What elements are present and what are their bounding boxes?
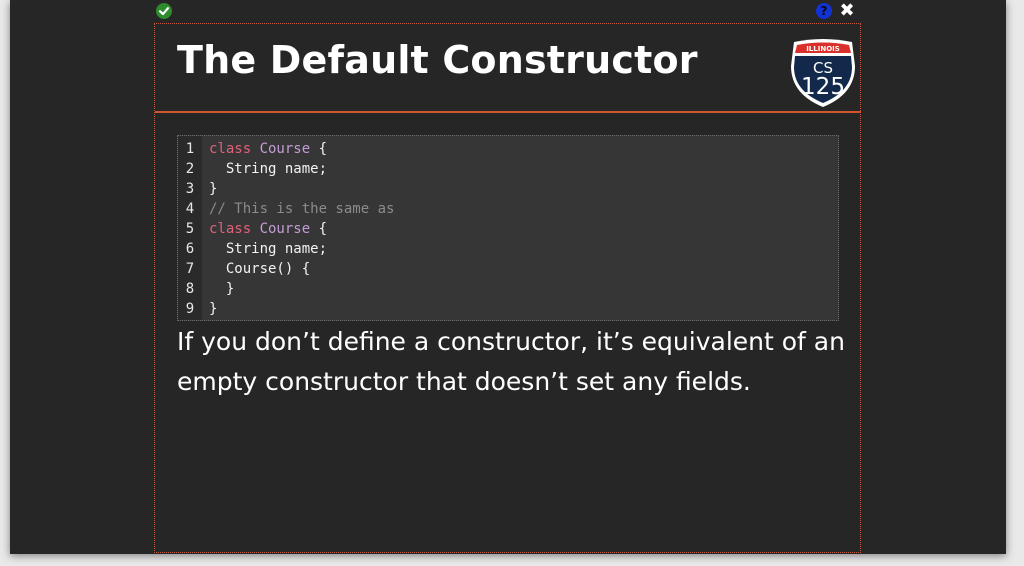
line-code: } (202, 281, 234, 297)
slide-description: If you don’t define a constructor, it’s … (177, 327, 845, 396)
slide-content: The Default Constructor ILLINOIS CS 125 … (154, 23, 861, 553)
code-token: class (209, 221, 260, 237)
line-code: } (202, 181, 217, 197)
line-code: String name; (202, 161, 327, 177)
code-token: Course (259, 141, 311, 157)
line-number: 4 (185, 201, 195, 217)
line-code: class Course { (202, 141, 327, 157)
line-number: 2 (185, 161, 195, 177)
code-token: String name; (209, 241, 328, 257)
code-token: String name; (209, 161, 328, 177)
code-token: class (209, 141, 260, 157)
code-token: Course() { (209, 261, 311, 277)
code-token: } (209, 301, 218, 317)
line-number: 8 (185, 281, 195, 297)
line-code: } (202, 301, 217, 317)
code-token: { (310, 221, 328, 237)
code-line: 3} (178, 179, 218, 199)
code-token: } (209, 181, 218, 197)
code-line: 6 String name; (178, 239, 327, 259)
code-token: Course (259, 221, 311, 237)
line-code: String name; (202, 241, 327, 257)
line-number: 9 (185, 301, 195, 317)
logo-top-text: ILLINOIS (806, 45, 840, 53)
cs125-logo: ILLINOIS CS 125 (791, 39, 855, 107)
line-number: 7 (185, 261, 195, 277)
code-block: 1 class Course {2 String name; 3} 4// This … (177, 135, 839, 321)
line-code: // This is the same as (202, 201, 394, 217)
code-token: { (310, 141, 328, 157)
code-line: 4 // This is the same as (178, 199, 395, 219)
line-number: 1 (185, 141, 195, 157)
code-line: 2 String name; (178, 159, 327, 179)
code-line: 1 class Course { (178, 139, 327, 159)
code-line: 9} (178, 299, 218, 319)
line-code: class Course { (202, 221, 327, 237)
title-divider (155, 111, 861, 113)
help-icon[interactable]: ? (816, 3, 832, 19)
logo-number-text: 125 (801, 74, 845, 100)
code-line: 5 class Course { (178, 219, 327, 239)
line-code: Course() { (202, 261, 310, 277)
close-icon[interactable]: ✖ (838, 2, 856, 20)
line-number: 5 (185, 221, 195, 237)
line-number: 6 (185, 241, 195, 257)
code-line: 7 Course() { (178, 259, 310, 279)
slide-title: The Default Constructor (177, 38, 698, 82)
code-token: // This is the same as (209, 201, 395, 217)
code-token: } (209, 281, 235, 297)
code-line: 8 } (178, 279, 235, 299)
check-icon (156, 3, 172, 19)
line-number: 3 (185, 181, 195, 197)
